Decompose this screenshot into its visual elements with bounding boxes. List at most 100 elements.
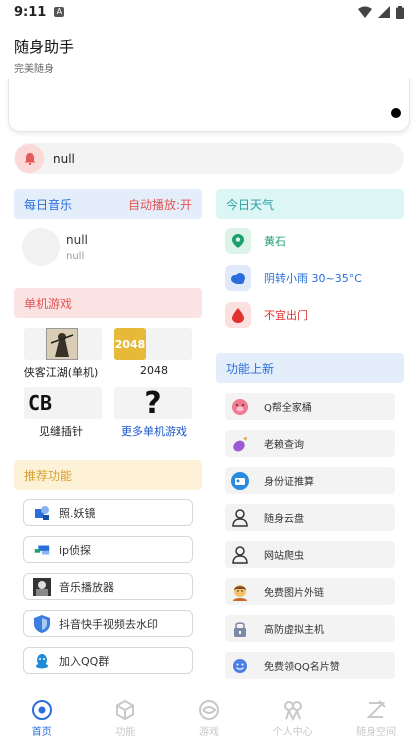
- profile-icon: [283, 701, 302, 721]
- weather-condition-row: 阴转小雨 30~35°C: [225, 265, 362, 291]
- nav-space[interactable]: 随身空间: [334, 694, 418, 743]
- shield-icon: [33, 614, 51, 633]
- sim-icon: A: [54, 7, 65, 17]
- bell-icon: [15, 144, 44, 173]
- new-item-crawler-label: 网站爬虫: [264, 551, 304, 562]
- status-bar: 9:11 A: [0, 0, 418, 24]
- new-item-image-link[interactable]: 免费图片外链: [225, 578, 395, 605]
- home-icon: [31, 700, 52, 720]
- banner-card[interactable]: [8, 78, 410, 132]
- recommended-header: 推荐功能: [14, 460, 202, 490]
- music-header-title: 每日音乐: [24, 197, 73, 212]
- music-player-label: 音乐播放器: [59, 580, 114, 594]
- cube-icon: [116, 699, 135, 721]
- weather-header: 今日天气: [216, 189, 404, 219]
- new-item-idcard-label: 身份证推算: [264, 477, 314, 488]
- music-cover: [22, 228, 60, 266]
- nav-home[interactable]: 首页: [0, 694, 84, 743]
- music-player-row[interactable]: null null: [22, 228, 88, 266]
- music-player-button[interactable]: 音乐播放器: [23, 573, 193, 600]
- watermark-remover-label: 抖音快手视频去水印: [59, 617, 158, 631]
- song-artist: null: [66, 250, 85, 262]
- new-features-header-title: 功能上新: [226, 361, 275, 376]
- notice-bar[interactable]: null: [14, 143, 404, 174]
- game-tile-wuxia[interactable]: [24, 328, 102, 360]
- ip-detective-label: ip侦探: [59, 543, 92, 557]
- pig-icon: [229, 396, 251, 418]
- watermark-remover-button[interactable]: 抖音快手视频去水印: [23, 610, 193, 637]
- new-item-cloud-disk-label: 随身云盘: [264, 514, 304, 525]
- new-item-qq-likes[interactable]: 免费领QQ名片赞: [225, 652, 395, 679]
- qq-icon: [33, 652, 51, 670]
- recommended-header-title: 推荐功能: [24, 468, 73, 483]
- mirror-icon: [33, 504, 51, 522]
- nav-home-label: 首页: [31, 727, 52, 738]
- weather-header-title: 今日天气: [226, 197, 275, 212]
- new-item-image-link-label: 免费图片外链: [264, 588, 324, 599]
- games-header-title: 单机游戏: [24, 296, 73, 311]
- game-tile-2048[interactable]: 2048: [114, 328, 192, 360]
- games-header: 单机游戏: [14, 288, 202, 318]
- mirror-label: 照.妖镜: [59, 506, 96, 520]
- new-item-hosting-label: 高防虚拟主机: [264, 625, 324, 636]
- ip-detective-button[interactable]: ip侦探: [23, 536, 193, 563]
- game-label-2048[interactable]: 2048: [109, 364, 199, 377]
- game-label-wuxia[interactable]: 侠客江湖(单机): [16, 364, 106, 380]
- bottom-nav: 首页 功能 游戏 个人中心 随身空间: [0, 694, 418, 743]
- weather-location-row: 黄石: [225, 228, 286, 254]
- app-subtitle: 完美随身: [14, 64, 54, 75]
- song-title: null: [66, 232, 88, 247]
- location-pin-icon: [225, 228, 251, 254]
- join-qq-group-label: 加入QQ群: [59, 654, 110, 668]
- question-icon: ?: [144, 385, 162, 421]
- eggplant-icon: [229, 433, 251, 455]
- avatar-icon: [229, 581, 251, 603]
- status-time: 9:11: [14, 4, 47, 20]
- nav-games-label: 游戏: [198, 727, 219, 738]
- nav-games[interactable]: 游戏: [167, 694, 251, 743]
- new-item-laolai[interactable]: 老赖查询: [225, 430, 395, 457]
- new-item-crawler[interactable]: 网站爬虫: [225, 541, 395, 568]
- game-label-cb[interactable]: 见缝插针: [16, 423, 106, 439]
- wuxia-game-icon: [46, 328, 78, 360]
- game-label-more[interactable]: 更多单机游戏: [109, 423, 199, 439]
- game-tile-cb[interactable]: CB: [24, 387, 102, 419]
- smile-icon: [229, 655, 251, 677]
- nav-profile[interactable]: 个人中心: [251, 694, 335, 743]
- music-player-icon: [33, 577, 51, 596]
- id-card-icon: [229, 470, 251, 492]
- lock-icon: [229, 618, 251, 640]
- nav-profile-label: 个人中心: [272, 727, 313, 738]
- weather-location: 黄石: [264, 235, 286, 248]
- new-item-cloud-disk[interactable]: 随身云盘: [225, 504, 395, 531]
- user-icon: [229, 544, 251, 566]
- new-item-qbang[interactable]: Q帮全家桶: [225, 393, 395, 420]
- autoplay-toggle[interactable]: 自动播放:开: [128, 196, 192, 213]
- 2048-game-icon: 2048: [114, 328, 146, 360]
- ip-detective-icon: [33, 541, 51, 559]
- join-qq-group-button[interactable]: 加入QQ群: [23, 647, 193, 674]
- weather-condition: 阴转小雨 30~35°C: [264, 272, 362, 285]
- weather-advice-row: 不宜出门: [225, 302, 308, 328]
- music-header: 每日音乐 自动播放:开: [14, 189, 202, 219]
- space-icon: [366, 700, 386, 718]
- cloud-icon: [225, 265, 251, 291]
- app-title: 随身助手: [14, 38, 75, 56]
- mirror-button[interactable]: 照.妖镜: [23, 499, 193, 526]
- nav-space-label: 随身空间: [356, 727, 397, 738]
- weather-advice: 不宜出门: [264, 309, 308, 322]
- app-bar: 随身助手 完美随身: [14, 36, 74, 75]
- drop-icon: [225, 302, 251, 328]
- new-item-hosting[interactable]: 高防虚拟主机: [225, 615, 395, 642]
- new-item-idcard[interactable]: 身份证推算: [225, 467, 395, 494]
- nav-features[interactable]: 功能: [84, 694, 168, 743]
- wifi-icon: [358, 6, 372, 18]
- nav-features-label: 功能: [115, 727, 136, 738]
- new-item-qbang-label: Q帮全家桶: [264, 403, 312, 414]
- signal-icon: [378, 6, 390, 18]
- game-tile-more[interactable]: ?: [114, 385, 192, 421]
- indicator-dot: [391, 108, 401, 118]
- user-icon: [229, 507, 251, 529]
- battery-icon: [396, 5, 404, 19]
- new-item-qq-likes-label: 免费领QQ名片赞: [264, 662, 340, 673]
